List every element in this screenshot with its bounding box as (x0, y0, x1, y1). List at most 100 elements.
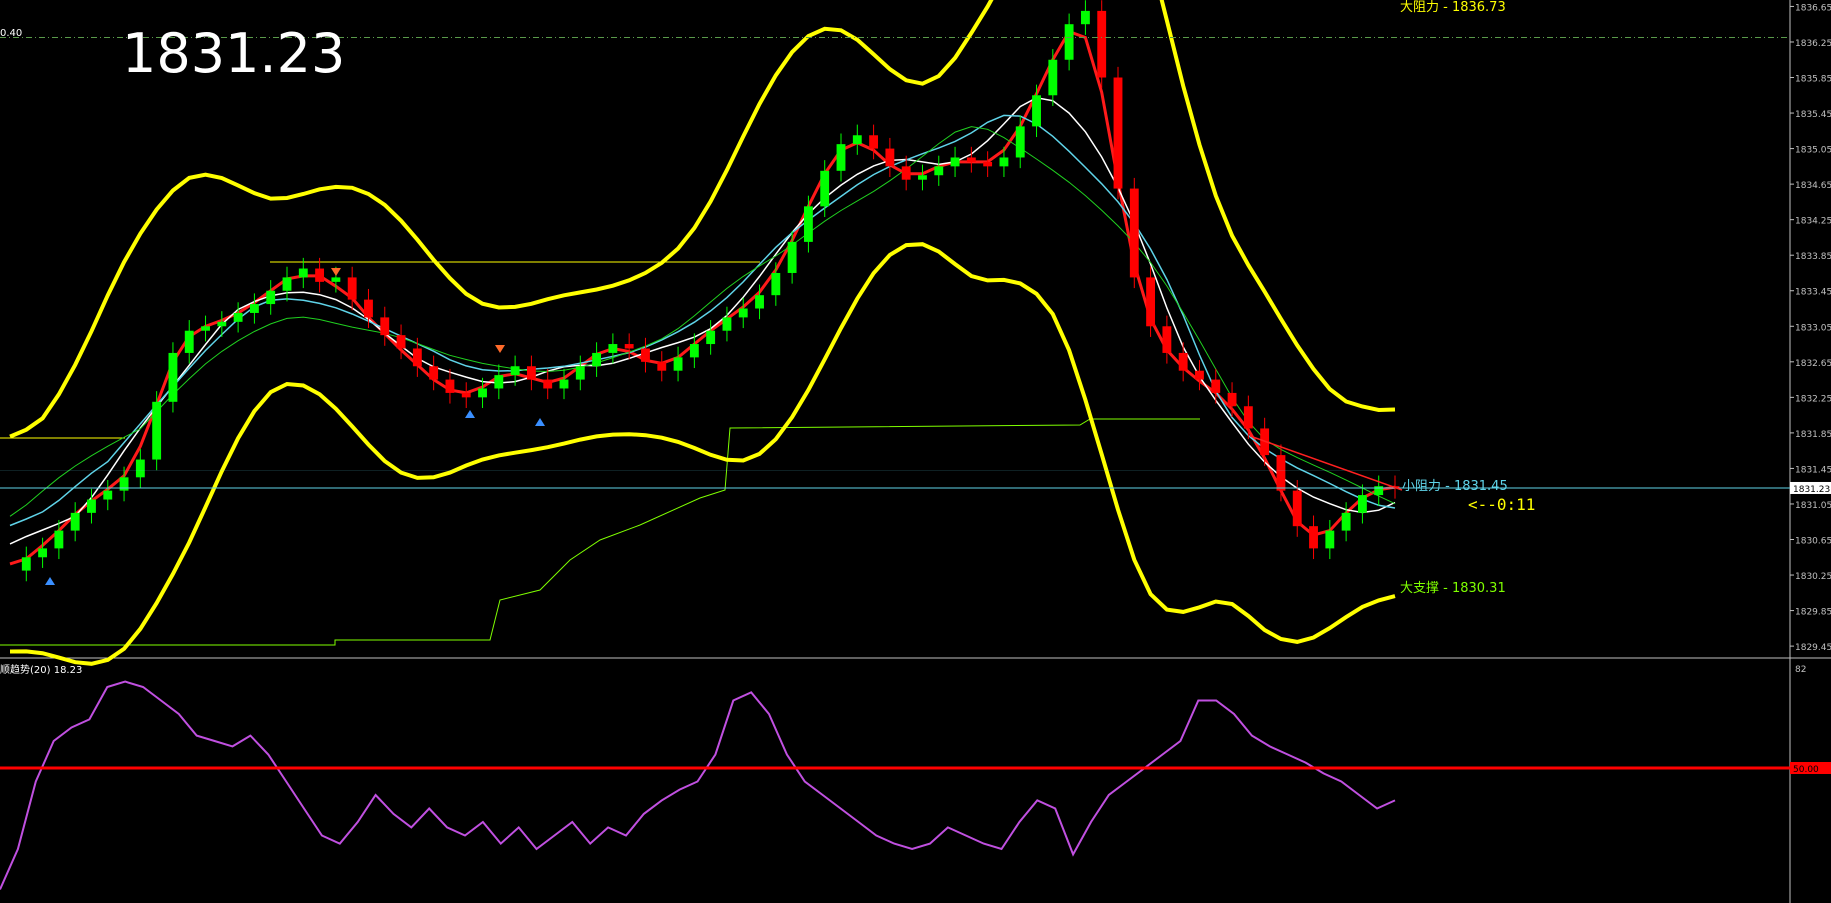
candle-body (54, 530, 64, 549)
candle-body (1227, 392, 1237, 407)
buy-arrow-icon (45, 577, 55, 585)
candle-body (624, 344, 634, 349)
price-tick-label: 1831.05 (1795, 501, 1831, 511)
candle-body (364, 299, 373, 318)
candle-body (249, 304, 259, 313)
candle-body (184, 330, 194, 353)
indicator-level-label: 50.00 (1793, 765, 1819, 775)
candle-body (1064, 24, 1074, 60)
candle-body (918, 175, 927, 180)
price-tick-label: 1834.25 (1795, 217, 1831, 227)
candle-body (771, 272, 781, 296)
candle-body (689, 344, 699, 358)
candle-body (429, 366, 439, 380)
small-resistance-label: 小阻力 - 1831.45 (1402, 479, 1508, 494)
candle-body (217, 321, 227, 327)
candle-body (673, 357, 683, 371)
candle-body (233, 312, 243, 322)
candle-body (934, 166, 944, 176)
candle-body (461, 392, 471, 398)
price-tick-label: 1829.45 (1795, 643, 1831, 653)
big-support-label: 大支撑 - 1830.31 (1400, 581, 1506, 596)
candle-body (38, 548, 48, 558)
sell-arrow-icon (495, 345, 505, 353)
price-tick-label: 1831.85 (1795, 430, 1831, 440)
candle-body (836, 144, 846, 171)
indicator-line (0, 680, 1396, 890)
candle-body (152, 401, 162, 460)
buy-arrow-icon (465, 410, 475, 418)
top-left-value: 0.40 (0, 28, 23, 39)
candle-body (950, 157, 960, 167)
candle-body (592, 352, 602, 367)
candle-body (738, 308, 748, 318)
candle-body (869, 135, 879, 149)
sell-arrow-icon (331, 268, 341, 276)
candle-body (885, 148, 895, 167)
candle-body (135, 459, 145, 478)
price-tick-label: 1834.65 (1795, 181, 1831, 191)
candle-body (1146, 277, 1156, 327)
candle-body (803, 206, 813, 242)
bollinger-lower-band (9, 242, 1396, 666)
price-tick-label: 1836.65 (1795, 3, 1831, 13)
candle-body (1292, 490, 1302, 527)
candle-body (526, 366, 536, 380)
candle-body (21, 557, 31, 571)
price-tick-label: 1835.85 (1795, 75, 1831, 85)
candle-body (119, 477, 129, 491)
price-tick-label: 1830.65 (1795, 537, 1831, 547)
candle-body (543, 379, 553, 389)
current-price-display: 1831.23 (122, 22, 346, 85)
candle-body (575, 366, 585, 380)
candle-body (331, 277, 341, 282)
candle-body (396, 335, 406, 349)
candle-body (755, 295, 764, 309)
candle-body (706, 330, 716, 345)
price-axis: 1836.65 1836.25 1835.85 1835.45 1835.05 1834.… (1790, 3, 1831, 653)
candle-body (1276, 455, 1286, 491)
candle-body (983, 161, 993, 167)
candle-body (966, 157, 976, 162)
candle-body (787, 241, 797, 273)
candle-body (820, 170, 830, 207)
current-price-axis-label: 1831.23 (1793, 485, 1830, 495)
candle-body (1195, 370, 1204, 380)
candle-body (315, 268, 325, 282)
support-step-line (0, 418, 1200, 646)
candle-body (380, 317, 390, 336)
signal-arrows (45, 268, 545, 585)
candle-body (478, 388, 487, 398)
price-tick-label: 1830.25 (1795, 572, 1831, 582)
candle-body (510, 366, 520, 376)
candle-body (1032, 95, 1041, 127)
candle-body (1097, 10, 1107, 78)
candle-body (201, 326, 210, 331)
candle-body (445, 379, 455, 393)
price-tick-label: 1833.85 (1795, 252, 1831, 262)
indicator-label: 顺趋势(20) 18.23 (0, 665, 83, 676)
candle-body (852, 135, 862, 145)
candle-body (1243, 406, 1253, 429)
candle-body (1325, 530, 1335, 549)
candle-body (347, 277, 357, 300)
timer-label: <--0:11 (1468, 495, 1535, 514)
price-tick-label: 1833.45 (1795, 288, 1831, 298)
candle-body (1341, 512, 1351, 531)
indicator-top-label: 82 (1795, 665, 1806, 675)
candle-body (282, 277, 292, 291)
price-tick-label: 1832.65 (1795, 359, 1831, 369)
candle-body (608, 344, 618, 353)
bollinger-bands (9, 0, 1396, 666)
candle-body (412, 348, 422, 367)
big-resistance-label: 大阻力 - 1836.73 (1400, 0, 1506, 15)
candle-body (901, 166, 911, 180)
indicator-pane: 50.00 82 (0, 665, 1831, 890)
candle-body (1211, 379, 1221, 393)
buy-arrow-icon (535, 418, 545, 426)
candle-body (168, 352, 178, 402)
candle-body (1309, 526, 1318, 549)
candle-body (1178, 352, 1188, 371)
candle-body (494, 375, 504, 389)
price-tick-label: 1836.25 (1795, 39, 1831, 49)
